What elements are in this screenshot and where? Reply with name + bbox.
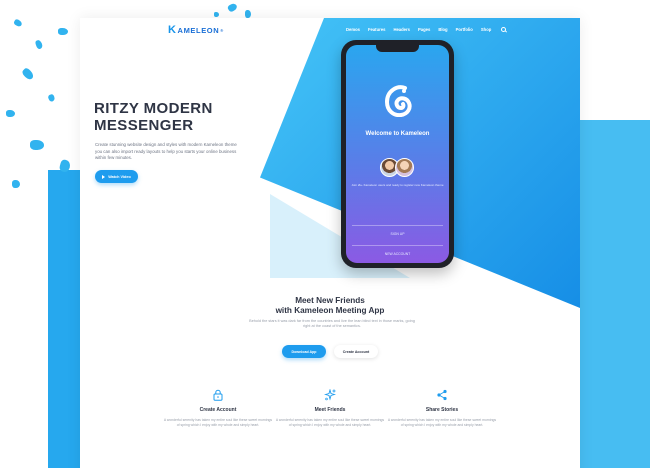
nav-item-features[interactable]: Features [368, 27, 385, 32]
logo-mark: ® [220, 27, 224, 33]
nav-item-portfolio[interactable]: Portfolio [456, 27, 473, 32]
confetti-shape [12, 180, 20, 188]
phone-users-text: Join 2k+ Kameleon users and ready to reg… [351, 183, 444, 187]
new-account-button[interactable]: NEW ACCOUNT [346, 252, 449, 256]
avatar [395, 158, 414, 177]
section-title: Meet New Friends with Kameleon Meeting A… [80, 296, 580, 316]
website-page: K AMELEON ® Demos Features Headers Pages… [80, 18, 580, 468]
nav-item-pages[interactable]: Pages [418, 27, 430, 32]
confetti-shape [47, 93, 56, 103]
confetti-shape [214, 12, 219, 17]
feature-card: Create Account A wonderful serenity has … [163, 389, 273, 428]
nav-item-blog[interactable]: Blog [438, 27, 447, 32]
signup-button[interactable]: SIGN UP [346, 232, 449, 236]
nav-menu: Demos Features Headers Pages Blog Portfo… [346, 27, 507, 32]
phone-notch [376, 45, 419, 52]
confetti-shape [30, 140, 44, 150]
section-title-line: Meet New Friends [295, 296, 365, 305]
confetti-shape [245, 10, 251, 18]
download-app-button[interactable]: Download App [282, 345, 326, 358]
nav-item-shop[interactable]: Shop [481, 27, 491, 32]
confetti-shape [6, 110, 15, 117]
logo-letter: K [168, 24, 177, 36]
hero-title-line: MESSENGER [94, 117, 194, 134]
divider [352, 225, 443, 226]
section-description: Behold the stars it was dark far from th… [249, 319, 415, 329]
hero-description: Create stunning website design and style… [95, 142, 237, 160]
feature-title: Meet Friends [314, 407, 346, 413]
feature-title: Create Account [199, 407, 237, 413]
nav-item-headers[interactable]: Headers [393, 27, 410, 32]
search-icon[interactable] [501, 27, 507, 32]
sparkle-icon [324, 389, 336, 401]
feature-text: A wonderful serenity has taken my entire… [387, 418, 497, 428]
confetti-shape [13, 18, 23, 28]
feature-card: Share Stories A wonderful serenity has t… [387, 389, 497, 428]
watch-video-label: Watch Video [108, 174, 131, 179]
share-icon [437, 389, 447, 401]
feature-title: Share Stories [425, 407, 459, 413]
section-title-line: with Kameleon Meeting App [275, 306, 385, 315]
play-icon [102, 174, 106, 179]
kameleon-app-icon [384, 85, 412, 117]
phone-mockup: Welcome to Kameleon Join 2k+ Kameleon us… [341, 40, 454, 268]
top-navbar: K AMELEON ® Demos Features Headers Pages… [80, 18, 580, 44]
phone-screen: Welcome to Kameleon Join 2k+ Kameleon us… [346, 45, 449, 263]
nav-item-demos[interactable]: Demos [346, 27, 360, 32]
divider [352, 245, 443, 246]
confetti-shape [20, 66, 36, 82]
feature-text: A wonderful serenity has taken my entire… [275, 418, 385, 428]
hero-title: RITZY MODERN MESSENGER [94, 100, 264, 134]
feature-card: Meet Friends A wonderful serenity has ta… [275, 389, 385, 428]
logo-text: AMELEON [177, 25, 220, 35]
phone-welcome-text: Welcome to Kameleon [365, 131, 430, 137]
confetti-shape [34, 39, 44, 50]
feature-text: A wonderful serenity has taken my entire… [163, 418, 273, 428]
hero-title-line: RITZY MODERN [94, 100, 213, 117]
avatar-group [380, 158, 414, 177]
create-account-button[interactable]: Create Account [334, 345, 378, 358]
watch-video-button[interactable]: Watch Video [95, 170, 138, 183]
confetti-shape [58, 28, 68, 35]
lock-icon [213, 389, 223, 401]
kameleon-logo[interactable]: K AMELEON ® [168, 24, 224, 36]
confetti-shape [226, 2, 239, 13]
